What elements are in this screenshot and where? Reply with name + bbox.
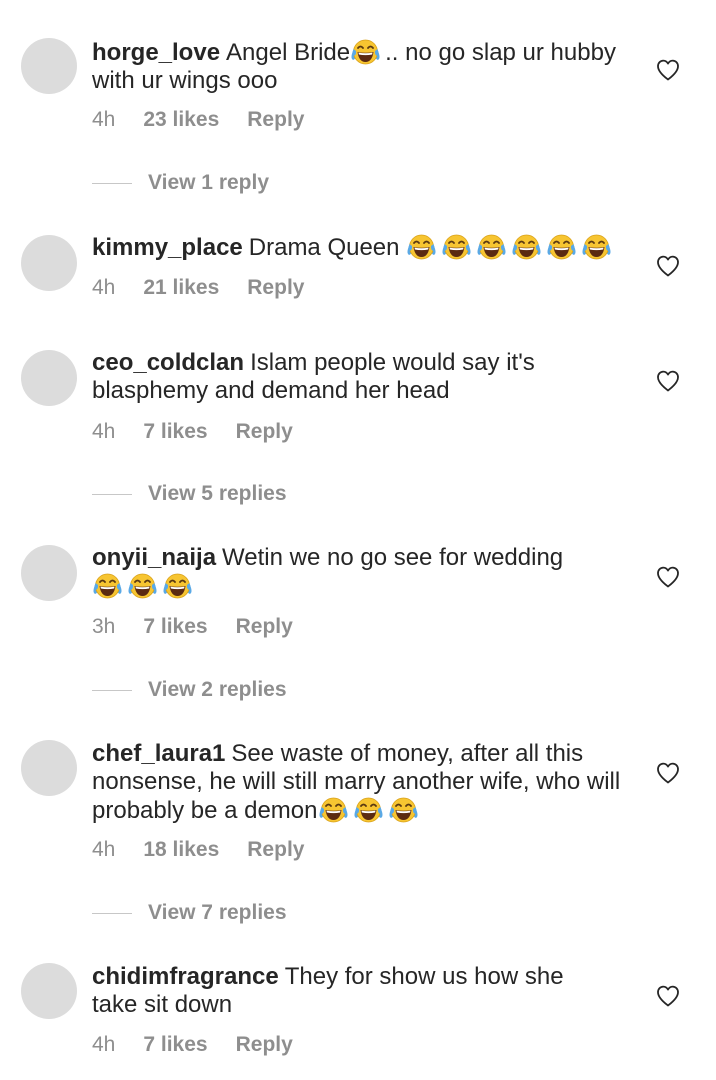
comment-body: ceo_coldclan Islam people would say it's … — [92, 349, 592, 405]
comment-meta: 4h 7 likes Reply — [92, 1033, 293, 1057]
comment-username[interactable]: horge_love — [92, 39, 220, 66]
comment-username[interactable]: ceo_coldclan — [92, 349, 244, 376]
comment-body: chidimfragrance They for show us how she … — [92, 963, 612, 1019]
view-replies-button[interactable]: View 7 replies — [92, 901, 287, 925]
avatar[interactable] — [21, 235, 77, 291]
comment-username[interactable]: kimmy_place — [92, 234, 243, 261]
heart-icon[interactable] — [656, 762, 680, 784]
avatar[interactable] — [21, 350, 77, 406]
face-with-tears-of-joy-icon — [406, 233, 437, 261]
comment-time: 4h — [92, 108, 116, 131]
face-with-tears-of-joy-icon — [441, 233, 472, 261]
heart-icon[interactable] — [656, 255, 680, 277]
view-replies-label: View 1 reply — [148, 171, 270, 194]
comment-text: Drama Queen — [248, 234, 400, 261]
reply-button[interactable]: Reply — [247, 838, 304, 861]
avatar[interactable] — [21, 963, 77, 1019]
face-with-tears-of-joy-icon — [318, 796, 349, 824]
view-replies-label: View 2 replies — [148, 678, 287, 701]
likes-count[interactable]: 23 likes — [143, 108, 219, 131]
face-with-tears-of-joy-icon — [350, 38, 381, 66]
view-replies-button[interactable]: View 1 reply — [92, 171, 269, 195]
likes-count[interactable]: 18 likes — [143, 838, 219, 861]
likes-count[interactable]: 7 likes — [143, 1033, 207, 1056]
face-with-tears-of-joy-icon — [162, 572, 193, 600]
emoji-group — [350, 38, 385, 67]
emoji-group — [318, 796, 423, 825]
view-replies-button[interactable]: View 2 replies — [92, 678, 287, 702]
emoji-group — [92, 572, 197, 601]
comment-meta: 3h 7 likes Reply — [92, 615, 293, 639]
heart-icon[interactable] — [656, 370, 680, 392]
emoji-group — [406, 233, 616, 262]
view-replies-label: View 5 replies — [148, 482, 287, 505]
reply-button[interactable]: Reply — [236, 420, 293, 443]
heart-icon[interactable] — [656, 566, 680, 588]
comment-time: 3h — [92, 615, 116, 638]
divider-line — [92, 493, 132, 495]
comment-time: 4h — [92, 838, 116, 861]
likes-count[interactable]: 7 likes — [143, 420, 207, 443]
comment-meta: 4h 7 likes Reply — [92, 420, 293, 444]
comment-username[interactable]: chidimfragrance — [92, 963, 279, 990]
comment-meta: 4h 21 likes Reply — [92, 276, 304, 300]
face-with-tears-of-joy-icon — [92, 572, 123, 600]
divider-line — [92, 912, 132, 914]
comment-text: Angel Bride — [226, 39, 351, 66]
likes-count[interactable]: 21 likes — [143, 276, 219, 299]
face-with-tears-of-joy-icon — [511, 233, 542, 261]
view-replies-label: View 7 replies — [148, 901, 287, 924]
avatar[interactable] — [21, 740, 77, 796]
comment-time: 4h — [92, 420, 116, 443]
view-replies-button[interactable]: View 5 replies — [92, 482, 287, 506]
comment-username[interactable]: chef_laura1 — [92, 740, 225, 767]
comment-meta: 4h 23 likes Reply — [92, 108, 304, 132]
comment-time: 4h — [92, 1033, 116, 1056]
comment-body: kimmy_place Drama Queen — [92, 233, 632, 262]
comment-body: chef_laura1 See waste of money, after all… — [92, 740, 627, 825]
divider-line — [92, 689, 132, 691]
comment-body: horge_love Angel Bride.. no go slap ur hu… — [92, 38, 632, 95]
heart-icon[interactable] — [656, 985, 680, 1007]
face-with-tears-of-joy-icon — [546, 233, 577, 261]
comment-text: Wetin we no go see for wedding — [222, 544, 564, 571]
face-with-tears-of-joy-icon — [581, 233, 612, 261]
heart-icon[interactable] — [656, 59, 680, 81]
face-with-tears-of-joy-icon — [476, 233, 507, 261]
avatar[interactable] — [21, 38, 77, 94]
comment-time: 4h — [92, 276, 116, 299]
comment-meta: 4h 18 likes Reply — [92, 838, 304, 862]
divider-line — [92, 182, 132, 184]
reply-button[interactable]: Reply — [247, 276, 304, 299]
likes-count[interactable]: 7 likes — [143, 615, 207, 638]
reply-button[interactable]: Reply — [236, 1033, 293, 1056]
face-with-tears-of-joy-icon — [353, 796, 384, 824]
comment-body: onyii_naija Wetin we no go see for weddin… — [92, 544, 612, 601]
face-with-tears-of-joy-icon — [127, 572, 158, 600]
avatar[interactable] — [21, 545, 77, 601]
face-with-tears-of-joy-icon — [388, 796, 419, 824]
reply-button[interactable]: Reply — [236, 615, 293, 638]
comment-username[interactable]: onyii_naija — [92, 544, 216, 571]
comments-list: horge_love Angel Bride.. no go slap ur hu… — [0, 0, 716, 1080]
reply-button[interactable]: Reply — [247, 108, 304, 131]
